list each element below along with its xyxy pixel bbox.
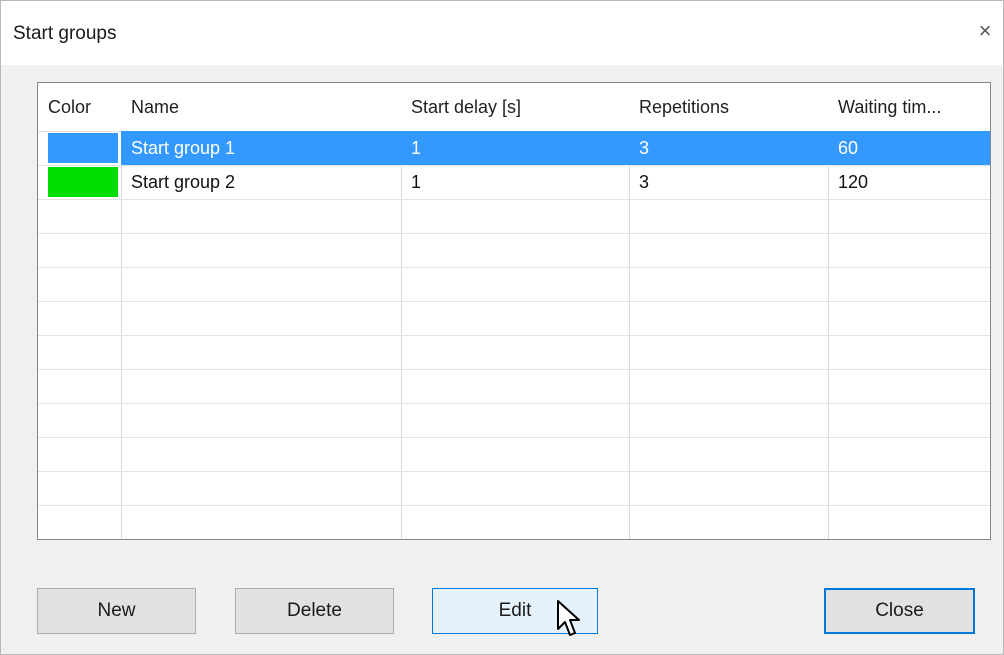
row-repetitions: 3 xyxy=(639,172,650,192)
start-groups-dialog: Start groups × Color Name Start delay [s… xyxy=(0,0,1004,655)
close-icon[interactable]: × xyxy=(971,17,999,45)
dialog-title: Start groups xyxy=(13,23,117,44)
row-name: Start group 2 xyxy=(131,172,236,192)
edit-button[interactable]: Edit xyxy=(432,588,598,634)
column-header-start-delay[interactable]: Start delay [s] xyxy=(401,83,629,131)
row-start-delay: 1 xyxy=(411,172,422,192)
row-start-delay: 1 xyxy=(411,138,422,158)
column-header-color[interactable]: Color xyxy=(38,83,121,131)
color-swatch xyxy=(48,133,118,163)
close-button[interactable]: Close xyxy=(824,588,975,634)
table-header: Color Name Start delay [s] Repetitions W… xyxy=(38,83,990,132)
column-header-name[interactable]: Name xyxy=(121,83,401,131)
row-waiting-time: 60 xyxy=(838,138,859,158)
row-waiting-time: 120 xyxy=(838,172,869,192)
row-repetitions: 3 xyxy=(639,138,650,158)
new-button[interactable]: New xyxy=(37,588,196,634)
table-row[interactable]: Start group 1 1 3 60 xyxy=(38,131,990,165)
start-groups-table[interactable]: Color Name Start delay [s] Repetitions W… xyxy=(37,82,991,540)
column-header-waiting-time[interactable]: Waiting tim... xyxy=(828,83,990,131)
column-header-repetitions[interactable]: Repetitions xyxy=(629,83,828,131)
row-name: Start group 1 xyxy=(131,138,236,158)
table-row[interactable]: Start group 2 1 3 120 xyxy=(38,165,990,199)
delete-button[interactable]: Delete xyxy=(235,588,394,634)
color-swatch xyxy=(48,167,118,197)
title-bar: Start groups × xyxy=(1,1,1003,65)
